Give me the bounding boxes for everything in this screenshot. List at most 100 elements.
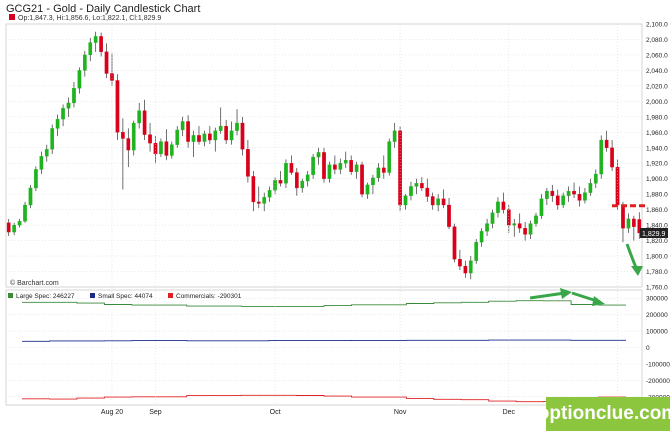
price-tick-label: 2,000.0 — [646, 99, 668, 106]
price-tick-label: 1,760.0 — [646, 285, 668, 292]
candle-body — [501, 201, 506, 210]
candle-body — [240, 122, 245, 150]
candle-body — [191, 135, 196, 142]
legend-entry: Commercials: -290301 — [176, 293, 242, 300]
candle-body — [343, 159, 348, 164]
candle-body — [224, 125, 228, 141]
candle-body — [82, 54, 87, 71]
candle-body — [284, 163, 288, 184]
candle-body — [512, 223, 517, 226]
month-tick-label: Dec — [503, 409, 516, 416]
candle-body — [28, 187, 33, 206]
candle-body — [392, 130, 397, 142]
price-tick-label: 2,080.0 — [646, 37, 668, 44]
cot-series-line — [22, 300, 626, 307]
barchart-credit: © Barchart.com — [10, 279, 59, 287]
candle-body — [262, 197, 267, 204]
price-tick-label: 1,780.0 — [646, 269, 668, 276]
candle-body — [294, 172, 299, 189]
candle-body — [387, 141, 392, 173]
cot-axis: 3000002000001000000-100000-200000-300000 — [646, 296, 670, 402]
candle-body — [485, 223, 489, 232]
legend-swatch — [8, 293, 13, 298]
cot-tick-label: -200000 — [646, 378, 670, 385]
down-arrow-price-head — [631, 266, 643, 276]
candle-body — [175, 129, 180, 145]
cot-series-line — [22, 394, 626, 403]
price-tick-label: 1,980.0 — [646, 114, 668, 121]
candle-body — [430, 196, 435, 206]
candle-body — [539, 198, 544, 216]
cot-tick-label: -100000 — [646, 361, 670, 368]
candle-body — [44, 149, 49, 157]
candle-body — [517, 223, 522, 229]
candle-body — [72, 88, 76, 104]
price-tick-label: 1,860.0 — [646, 207, 668, 214]
candle-body — [256, 201, 261, 204]
price-tick-label: 1,880.0 — [646, 192, 668, 199]
candle-body — [273, 180, 277, 191]
candle-body — [88, 42, 93, 56]
chart-canvas: 1,760.0 1,780.0 1,800.0 1,820.0 1,840.0 1,860… — [0, 0, 670, 431]
candle-body — [34, 169, 38, 189]
candle-body — [555, 195, 560, 206]
candle-body — [121, 132, 125, 139]
candle-body — [131, 122, 136, 151]
candle-body — [115, 80, 120, 133]
chart-svg: 1,760.01,780.01,800.01,820.01,840.01,860… — [5, 3, 670, 416]
price-tick-label: 2,020.0 — [646, 83, 668, 90]
cot-tick-label: 200000 — [646, 312, 668, 319]
candle-body — [333, 164, 337, 170]
last-price-label: 1,829.9 — [642, 231, 665, 238]
candle-body — [338, 163, 343, 170]
price-tick-label: 2,040.0 — [646, 68, 668, 75]
price-tick-label: 1,800.0 — [646, 254, 668, 261]
candles — [6, 31, 642, 280]
candle-body — [12, 224, 16, 233]
candle-body — [447, 204, 451, 227]
legend-swatch — [168, 293, 173, 298]
month-axis: Aug 20SepOctNovDecJan — [101, 24, 623, 416]
candle-body — [148, 134, 152, 144]
candle-body — [251, 176, 256, 203]
price-tick-label: 1,920.0 — [646, 161, 668, 168]
candle-body — [229, 130, 234, 141]
cot-tick-label: 0 — [646, 345, 650, 352]
candle-body — [463, 265, 468, 274]
candle-body — [300, 180, 305, 189]
candle-body — [180, 121, 185, 131]
candle-body — [50, 128, 55, 150]
candle-body — [561, 195, 566, 206]
candle-body — [550, 190, 555, 196]
candle-body — [452, 226, 457, 260]
price-axis: 1,760.01,780.01,800.01,820.01,840.01,860… — [646, 22, 668, 292]
price-tick-label: 1,900.0 — [646, 176, 668, 183]
price-tick-label: 1,960.0 — [646, 130, 668, 137]
candle-body — [218, 125, 223, 131]
price-tick-label: 2,100.0 — [646, 22, 668, 29]
candle-body — [66, 102, 71, 109]
cot-series-line — [22, 339, 626, 342]
candle-body — [610, 147, 614, 168]
legend-swatch — [90, 293, 95, 298]
candle-body — [208, 133, 212, 141]
ohlc-swatch — [9, 14, 15, 20]
candle-body — [604, 139, 609, 148]
candle-body — [289, 163, 294, 173]
candle-body — [137, 110, 142, 124]
candle-body — [376, 167, 381, 179]
down-arrow-large-spec-head — [592, 296, 605, 306]
candle-body — [626, 218, 631, 229]
candle-body — [572, 190, 576, 195]
candle-body — [420, 183, 424, 189]
candle-body — [55, 118, 60, 129]
candle-body — [577, 194, 582, 201]
candle-body — [213, 130, 218, 141]
month-tick-label: Aug 20 — [101, 409, 123, 416]
candle-body — [327, 164, 332, 179]
candle-body — [349, 159, 354, 172]
candle-body — [632, 218, 636, 227]
candle-body — [278, 180, 283, 184]
candle-body — [246, 149, 250, 177]
candle-body — [414, 183, 419, 187]
